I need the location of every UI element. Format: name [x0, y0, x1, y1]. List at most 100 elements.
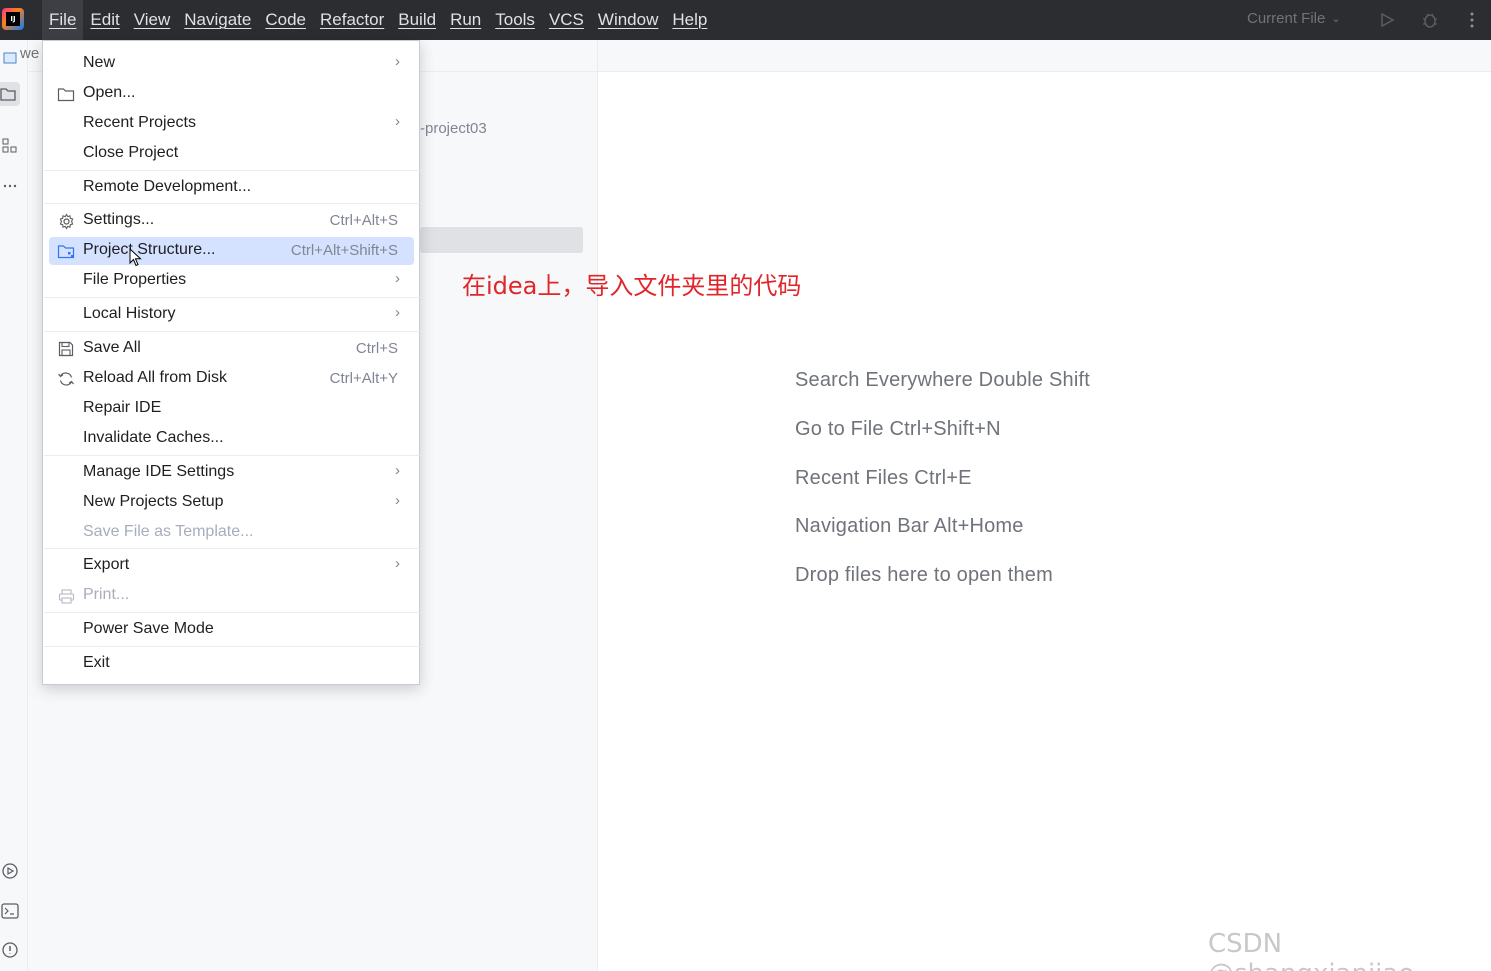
menu-navigate[interactable]: Navigate	[177, 0, 258, 40]
printer-icon	[57, 587, 75, 605]
chevron-down-icon: ⌄	[1331, 13, 1341, 25]
menu-run[interactable]: Run	[443, 0, 488, 40]
menu-item-shortcut: Ctrl+S	[355, 340, 398, 357]
project-tab-label: we	[20, 45, 40, 62]
terminal-icon[interactable]	[0, 901, 20, 921]
run-config-label: Current File	[1247, 10, 1326, 27]
menu-window[interactable]: Window	[591, 0, 665, 40]
left-tool-strip	[0, 40, 28, 971]
menu-item-label: Save All	[83, 339, 141, 356]
menu-separator	[44, 203, 420, 204]
folder-icon	[57, 85, 75, 103]
menu-item-settings[interactable]: Settings... Ctrl+Alt+S	[49, 207, 414, 235]
menu-separator	[44, 548, 420, 549]
save-icon	[57, 340, 75, 358]
editor-tab-strip	[598, 40, 1491, 72]
menu-refactor[interactable]: Refactor	[313, 0, 391, 40]
menu-item-label: Exit	[83, 654, 110, 671]
menu-item-local-history[interactable]: Local History ›	[49, 301, 414, 329]
structure-icon[interactable]	[0, 136, 20, 156]
project-path-text: -project03	[420, 120, 487, 137]
menu-help[interactable]: Help	[665, 0, 714, 40]
menu-separator	[44, 612, 420, 613]
menu-item-label: New	[83, 54, 116, 71]
menu-item-new[interactable]: New ›	[49, 50, 414, 78]
main-menu-bar: File Edit View Navigate Code Refactor Bu…	[42, 0, 714, 40]
title-bar: IJ File Edit View Navigate Code Refactor…	[0, 0, 1491, 40]
editor-area: Search Everywhere Double Shift Go to Fil…	[598, 40, 1491, 971]
menu-item-new-projects-setup[interactable]: New Projects Setup ›	[49, 489, 414, 517]
project-structure-icon	[57, 242, 75, 260]
menu-item-label: Reload All from Disk	[83, 369, 228, 386]
chevron-right-icon: ›	[395, 555, 400, 572]
more-tools-icon[interactable]	[0, 176, 20, 196]
gear-icon	[57, 212, 75, 230]
chevron-right-icon: ›	[395, 270, 400, 287]
menu-item-shortcut: Ctrl+Alt+Y	[329, 370, 398, 387]
menu-item-exit[interactable]: Exit	[49, 650, 414, 678]
menu-build[interactable]: Build	[391, 0, 443, 40]
menu-item-recent-projects[interactable]: Recent Projects ›	[49, 110, 414, 138]
menu-item-label: Export	[83, 556, 130, 573]
menu-item-close-project[interactable]: Close Project	[49, 140, 414, 168]
menu-item-print: Print...	[49, 582, 414, 610]
menu-item-power-save-mode[interactable]: Power Save Mode	[49, 616, 414, 644]
intellij-logo-icon[interactable]: IJ	[2, 8, 24, 30]
chevron-right-icon: ›	[395, 492, 400, 509]
menu-item-save-all[interactable]: Save All Ctrl+S	[49, 335, 414, 363]
menu-separator	[44, 455, 420, 456]
chevron-right-icon: ›	[395, 304, 400, 321]
hint-go-to-file: Go to File Ctrl+Shift+N	[795, 418, 1001, 440]
debug-icon[interactable]	[1419, 9, 1441, 31]
hint-search-everywhere: Search Everywhere Double Shift	[795, 369, 1091, 391]
menu-edit[interactable]: Edit	[83, 0, 126, 40]
more-options-icon[interactable]	[1461, 9, 1483, 31]
menu-item-repair-ide[interactable]: Repair IDE	[49, 395, 414, 423]
red-annotation-text: 在idea上，导入文件夹里的代码	[462, 272, 802, 300]
menu-item-save-file-as-template: Save File as Template...	[49, 519, 414, 547]
menu-item-invalidate-caches[interactable]: Invalidate Caches...	[49, 425, 414, 453]
menu-item-file-properties[interactable]: File Properties ›	[49, 267, 414, 295]
menu-item-label: New Projects Setup	[83, 493, 224, 510]
project-tab[interactable]: we	[20, 45, 39, 62]
refresh-icon	[57, 370, 75, 388]
menu-file[interactable]: File	[42, 0, 84, 40]
menu-item-export[interactable]: Export ›	[49, 552, 414, 580]
menu-separator	[44, 331, 420, 332]
chevron-right-icon: ›	[395, 462, 400, 479]
hint-drop-files: Drop files here to open them	[795, 564, 1053, 586]
menu-item-label: Power Save Mode	[83, 620, 214, 637]
menu-item-shortcut: Ctrl+Alt+S	[329, 212, 398, 229]
menu-item-label: Manage IDE Settings	[83, 463, 235, 480]
menu-code[interactable]: Code	[258, 0, 313, 40]
menu-item-label: Save File as Template...	[83, 523, 254, 540]
menu-item-label: Invalidate Caches...	[83, 429, 224, 446]
csdn-watermark: CSDN @shangxianjiao	[1208, 929, 1414, 971]
menu-separator	[44, 646, 420, 647]
menu-item-label: Repair IDE	[83, 399, 162, 416]
menu-item-manage-ide-settings[interactable]: Manage IDE Settings ›	[49, 459, 414, 487]
menu-vcs[interactable]: VCS	[542, 0, 591, 40]
chevron-right-icon: ›	[395, 113, 400, 130]
services-icon[interactable]	[0, 861, 20, 881]
menu-view[interactable]: View	[127, 0, 178, 40]
run-icon[interactable]	[1376, 9, 1398, 31]
menu-separator	[44, 297, 420, 298]
project-window-icon[interactable]	[0, 48, 20, 68]
chevron-right-icon: ›	[395, 53, 400, 70]
menu-item-label: Print...	[83, 586, 130, 603]
folder-icon[interactable]	[0, 82, 20, 106]
menu-item-label: Settings...	[83, 211, 155, 228]
menu-item-project-structure[interactable]: Project Structure... Ctrl+Alt+Shift+S	[49, 237, 414, 267]
problems-icon[interactable]	[0, 940, 20, 960]
menu-item-reload-all[interactable]: Reload All from Disk Ctrl+Alt+Y	[49, 365, 414, 393]
menu-item-label: Local History	[83, 305, 176, 322]
hint-recent-files: Recent Files Ctrl+E	[795, 467, 972, 489]
run-config-selector[interactable]: Current File ⌄	[1247, 10, 1341, 27]
menu-item-label: Project Structure...	[83, 241, 216, 258]
menu-tools[interactable]: Tools	[488, 0, 542, 40]
menu-item-open[interactable]: Open...	[49, 80, 414, 108]
selected-tree-row[interactable]	[420, 227, 583, 253]
menu-item-remote-development[interactable]: Remote Development...	[49, 174, 414, 202]
file-menu-dropdown: New › Open... Recent Projects › Close Pr…	[42, 40, 420, 685]
